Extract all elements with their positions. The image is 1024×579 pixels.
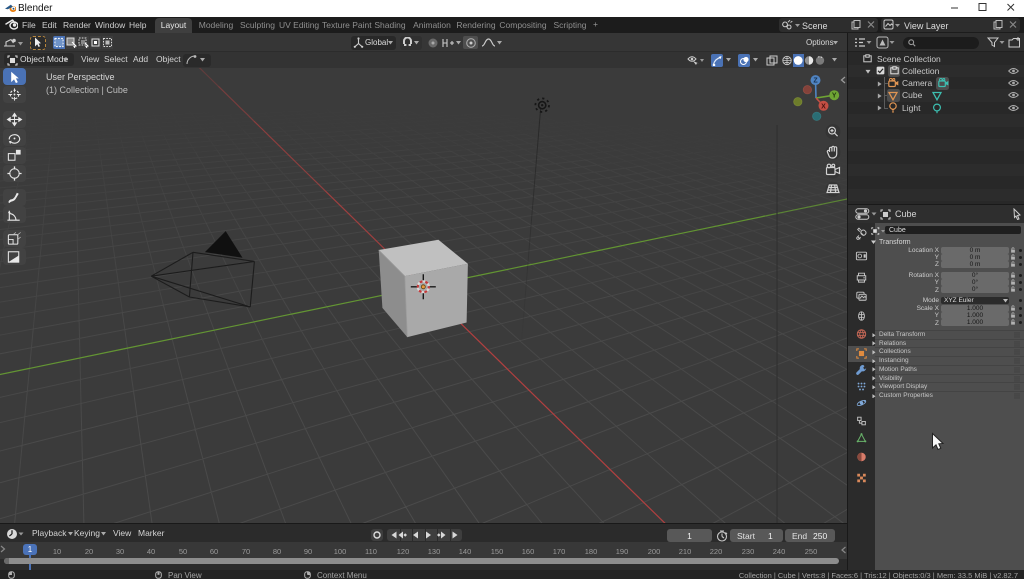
- svg-text:Y: Y: [832, 93, 837, 100]
- svg-text:Z: Z: [813, 78, 818, 85]
- svg-text:X: X: [821, 103, 826, 110]
